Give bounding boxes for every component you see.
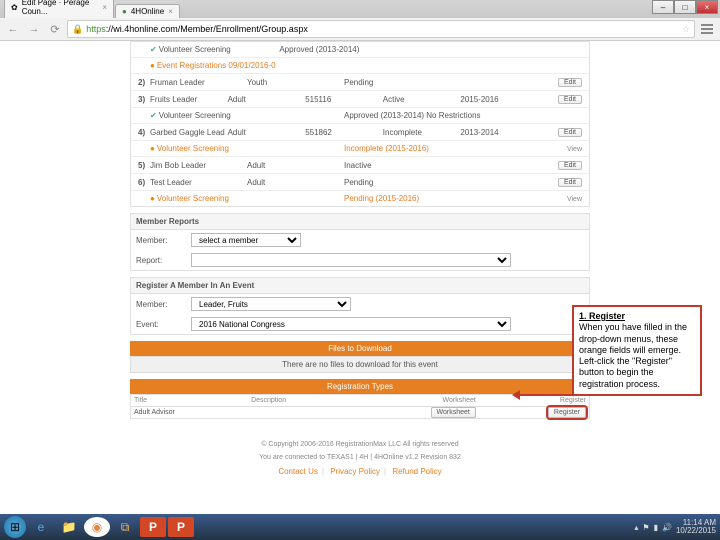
refund-link[interactable]: Refund Policy: [392, 467, 441, 476]
page-content: ✔Volunteer Screening Approved (2013-2014…: [0, 41, 720, 481]
minimize-button[interactable]: –: [652, 0, 674, 14]
reg-types-header: Registration Types: [130, 379, 590, 394]
instruction-callout: 1. Register When you have filled in the …: [572, 305, 702, 396]
start-button[interactable]: ⊞: [4, 516, 26, 538]
copyright: © Copyright 2006-2016 RegistrationMax LL…: [130, 425, 590, 454]
col-description: Description: [248, 395, 350, 407]
member-select[interactable]: Leader, Fruits: [191, 297, 351, 311]
powerpoint-icon[interactable]: P: [140, 517, 166, 537]
panel-heading: Register A Member In An Event: [131, 278, 589, 294]
support-line: You are connected to TEXAS1 | 4H | 4HOnl…: [130, 454, 590, 467]
tab-4honline[interactable]: ● 4HOnline ×: [115, 4, 180, 18]
member-label: Member:: [136, 300, 191, 309]
flag-icon[interactable]: ⚑: [642, 523, 649, 532]
leader-list-panel: ✔Volunteer Screening Approved (2013-2014…: [130, 41, 590, 207]
alert-icon: ●: [150, 144, 155, 153]
callout-body: When you have filled in the drop-down me…: [579, 322, 687, 388]
col-title: Title: [131, 395, 248, 407]
taskbar: ⊞ e 📁 ◉ ⧉ P P ▴ ⚑ ▮ 🔊 11:14 AM 10/22/201…: [0, 514, 720, 540]
event-label: Event:: [136, 320, 191, 329]
callout-title: 1. Register: [579, 311, 625, 321]
member-select[interactable]: select a member: [191, 233, 301, 247]
network-icon[interactable]: ▮: [654, 523, 658, 532]
panel-heading: Member Reports: [131, 214, 589, 230]
reg-types-panel: Title Description Worksheet Register Adu…: [130, 394, 590, 419]
browser-chrome: ✿ Edit Page · Perage Coun... × ● 4HOnlin…: [0, 0, 720, 41]
close-icon[interactable]: ×: [168, 7, 173, 16]
back-button[interactable]: ←: [4, 20, 22, 38]
close-icon[interactable]: ×: [102, 3, 107, 12]
register-member-panel: Register A Member In An Event Member: Le…: [130, 277, 590, 335]
url-https: https: [86, 24, 106, 34]
tab-favicon: ●: [122, 7, 127, 16]
register-button[interactable]: Register: [548, 407, 586, 418]
edit-button[interactable]: Edit: [558, 178, 582, 187]
callout-arrow-head: [512, 390, 520, 400]
alert-icon: ●: [150, 194, 155, 203]
files-header: Files to Download: [130, 341, 590, 356]
worksheet-button[interactable]: Worksheet: [431, 407, 476, 418]
leader-row: 5) Jim Bob Leader Adult Inactive Edit: [131, 157, 589, 174]
col-worksheet: Worksheet: [351, 395, 479, 407]
callout-arrow-line: [517, 394, 573, 396]
tab-favicon: ✿: [11, 3, 18, 12]
tray-expand-icon[interactable]: ▴: [634, 523, 638, 532]
leader-row: ●Event Registrations 09/01/2016-08/31/20…: [131, 58, 589, 74]
address-bar-row: ← → ⟳ 🔒 https://wi.4honline.com/Member/E…: [0, 18, 720, 40]
contact-link[interactable]: Contact Us: [278, 467, 318, 476]
tab-label: 4HOnline: [131, 7, 164, 16]
chrome-menu-button[interactable]: [698, 20, 716, 38]
url-rest: ://wi.4honline.com/Member/Enrollment/Gro…: [106, 24, 308, 34]
leader-row: 3) Fruits Leader Adult 515116 Active 201…: [131, 91, 589, 108]
check-icon: ✔: [150, 111, 157, 120]
outlook-icon[interactable]: ⧉: [112, 517, 138, 537]
event-select[interactable]: 2016 National Congress: [191, 317, 511, 331]
leader-row: ●Volunteer Screening Incomplete (2015-20…: [131, 141, 589, 157]
leader-row: 2) Fruman Leader Youth Pending Edit: [131, 74, 589, 91]
view-link[interactable]: View: [567, 146, 582, 153]
footer-links: Contact Us| Privacy Policy| Refund Polic…: [130, 467, 590, 476]
edit-button[interactable]: Edit: [558, 78, 582, 87]
powerpoint-icon[interactable]: P: [168, 517, 194, 537]
reg-title: Adult Advisor: [131, 407, 248, 419]
reload-button[interactable]: ⟳: [46, 20, 64, 38]
report-label: Report:: [136, 256, 191, 265]
clock[interactable]: 11:14 AM 10/22/2015: [676, 519, 716, 535]
leader-row: 6) Test Leader Adult Pending Edit: [131, 174, 589, 191]
member-reports-panel: Member Reports Member: select a member R…: [130, 213, 590, 271]
ie-icon[interactable]: e: [28, 517, 54, 537]
reg-types-table: Title Description Worksheet Register Adu…: [131, 395, 589, 418]
url-input[interactable]: 🔒 https://wi.4honline.com/Member/Enrollm…: [67, 20, 695, 38]
volume-icon[interactable]: 🔊: [662, 523, 672, 532]
edit-button[interactable]: Edit: [558, 128, 582, 137]
close-button[interactable]: ×: [696, 0, 718, 14]
bookmark-icon[interactable]: ☆: [682, 24, 690, 35]
leader-row: 4) Garbed Gaggle Leader Adult 551862 Inc…: [131, 124, 589, 141]
edit-button[interactable]: Edit: [558, 95, 582, 104]
lock-icon: 🔒: [72, 24, 83, 35]
leader-row: ✔Volunteer Screening Approved (2013-2014…: [131, 108, 589, 124]
table-row: Adult Advisor Worksheet Register: [131, 407, 589, 419]
edit-button[interactable]: Edit: [558, 161, 582, 170]
tab-label: Edit Page · Perage Coun...: [22, 0, 99, 16]
report-select[interactable]: [191, 253, 511, 267]
forward-button[interactable]: →: [25, 20, 43, 38]
view-link[interactable]: View: [567, 196, 582, 203]
chrome-icon[interactable]: ◉: [84, 517, 110, 537]
tab-edit-page[interactable]: ✿ Edit Page · Perage Coun... ×: [4, 0, 114, 18]
privacy-link[interactable]: Privacy Policy: [330, 467, 380, 476]
col-register: Register: [479, 395, 589, 407]
maximize-button[interactable]: □: [674, 0, 696, 14]
window-controls: – □ ×: [652, 0, 718, 14]
leader-row: ✔Volunteer Screening Approved (2013-2014…: [131, 42, 589, 58]
explorer-icon[interactable]: 📁: [56, 517, 82, 537]
alert-icon: ●: [150, 61, 155, 70]
check-icon: ✔: [150, 45, 157, 54]
member-label: Member:: [136, 236, 191, 245]
system-tray: ▴ ⚑ ▮ 🔊 11:14 AM 10/22/2015: [634, 519, 716, 535]
tab-strip: ✿ Edit Page · Perage Coun... × ● 4HOnlin…: [0, 0, 720, 18]
no-files-message: There are no files to download for this …: [130, 356, 590, 373]
leader-row: ●Volunteer Screening Pending (2015-2016)…: [131, 191, 589, 206]
